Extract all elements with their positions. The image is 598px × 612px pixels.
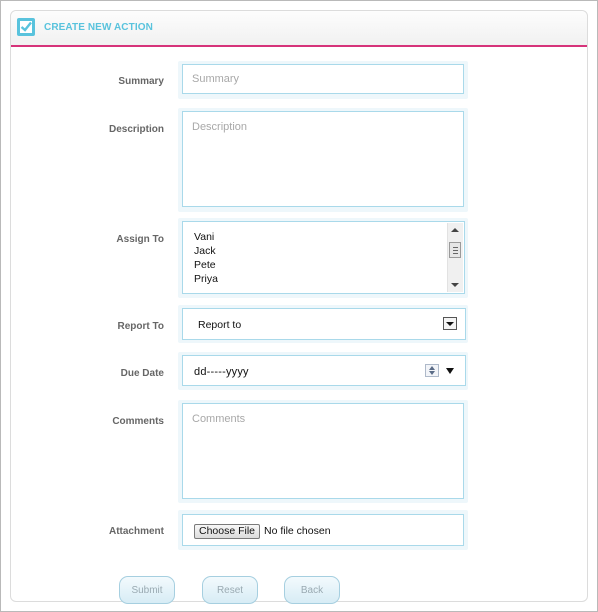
due-date-value: dd-----yyyy [194,366,249,378]
assign-to-label: Assign To [116,234,164,245]
summary-label: Summary [118,76,164,87]
create-action-panel: CREATE NEW ACTION Summary Summary Descri… [10,10,588,604]
list-item[interactable]: Priya [194,273,218,285]
choose-file-button[interactable]: Choose File [194,524,260,539]
report-to-label: Report To [117,321,164,332]
date-spinner-icon[interactable] [425,364,439,377]
description-label: Description [108,124,164,135]
description-placeholder: Description [192,121,248,133]
report-to-selected: Report to [198,319,242,331]
submit-button[interactable]: Submit [119,576,175,604]
description-textarea[interactable]: Description [182,111,464,207]
summary-placeholder: Summary [192,73,240,85]
dropdown-arrow-icon[interactable] [443,317,457,330]
reset-button[interactable]: Reset [202,576,258,604]
summary-input[interactable]: Summary [182,64,464,94]
panel-header: CREATE NEW ACTION [11,11,587,47]
check-box-icon [17,18,35,36]
calendar-dropdown-icon[interactable] [446,368,454,374]
list-item[interactable]: Pete [194,259,216,271]
list-item[interactable]: Vani [194,231,214,243]
attachment-input[interactable]: Choose File No file chosen [182,514,464,546]
due-date-label: Due Date [120,368,164,379]
scroll-down-arrow-icon[interactable] [451,283,459,287]
assign-to-listbox[interactable]: Vani Jack Pete Priya [182,221,465,294]
attachment-label: Attachment [108,526,164,537]
comments-textarea[interactable]: Comments [182,403,464,499]
back-button[interactable]: Back [284,576,340,604]
report-to-select[interactable]: Report to [182,308,466,340]
scroll-up-arrow-icon[interactable] [451,228,459,232]
window-frame: CREATE NEW ACTION Summary Summary Descri… [0,0,598,612]
list-item[interactable]: Jack [194,245,216,257]
file-status: No file chosen [264,525,331,537]
panel-title: CREATE NEW ACTION [44,22,153,33]
comments-placeholder: Comments [192,413,246,425]
due-date-input[interactable]: dd-----yyyy [182,355,466,386]
comments-label: Comments [112,416,164,427]
scroll-thumb[interactable] [449,242,461,258]
listbox-scrollbar[interactable] [447,223,463,292]
